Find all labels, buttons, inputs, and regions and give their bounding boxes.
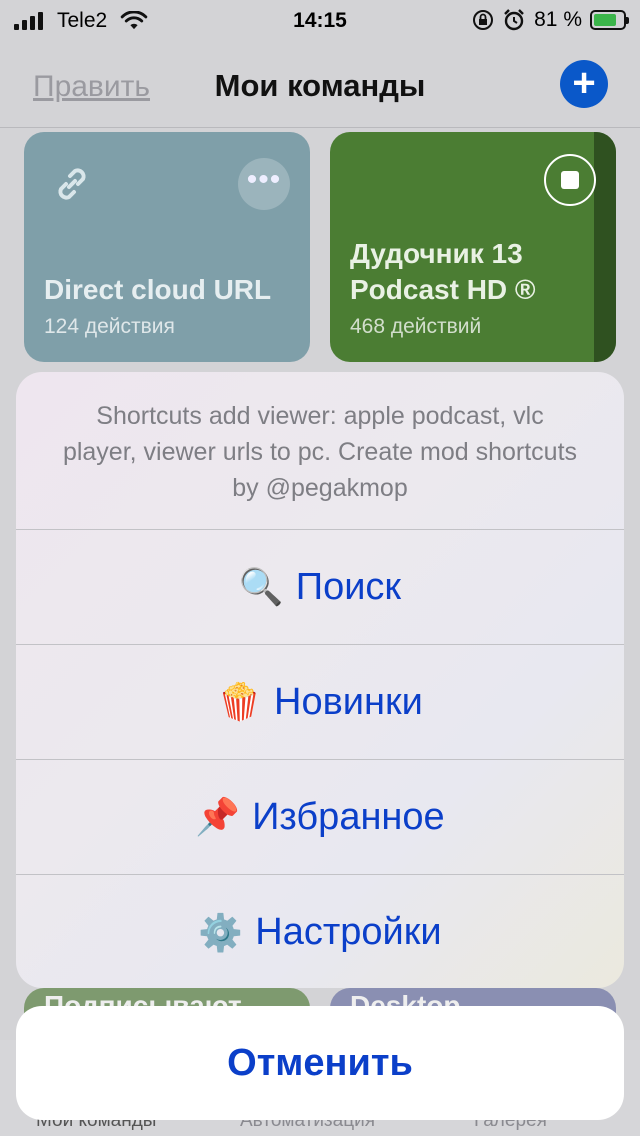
stop-icon[interactable] (544, 154, 596, 206)
battery-percent: 81 % (534, 8, 582, 31)
link-icon (58, 168, 86, 200)
gear-icon: ⚙️ (198, 912, 244, 954)
magnifier-icon: 🔍 (238, 567, 284, 608)
status-bar: Tele2 14:15 81 % (0, 0, 640, 42)
sheet-item-label: Поиск (295, 565, 402, 608)
page-title: Мои команды (214, 68, 426, 103)
add-shortcut-button[interactable]: + (560, 60, 608, 108)
action-sheet-message: Shortcuts add viewer: apple podcast, vlc… (16, 372, 624, 530)
sheet-item-search[interactable]: 🔍 Поиск (16, 530, 624, 645)
card-shade (594, 132, 616, 362)
orientation-lock-icon (473, 10, 494, 30)
sheet-item-settings[interactable]: ⚙️ Настройки (16, 875, 624, 988)
sheet-item-new[interactable]: 🍿 Новинки (16, 645, 624, 760)
sheet-item-label: Настройки (255, 911, 442, 953)
cancel-button[interactable]: Отменить (16, 1006, 624, 1120)
shortcut-card-direct-cloud-url[interactable]: ••• Direct cloud URL 124 действия (24, 132, 310, 362)
status-right: 81 % (472, 8, 629, 32)
sheet-item-label: Новинки (274, 680, 423, 723)
card-title: Direct cloud URL (44, 274, 272, 305)
sheet-item-label: Избранное (252, 795, 445, 838)
battery-icon (590, 10, 629, 30)
more-icon[interactable]: ••• (238, 158, 290, 210)
card-title: Дудочник 13 Podcast HD ® (350, 238, 536, 305)
card-action-count: 468 действий (350, 315, 482, 338)
sheet-item-favorites[interactable]: 📌 Избранное (16, 760, 624, 875)
navigation-bar: Править Мои команды + (0, 42, 640, 128)
pushpin-icon: 📌 (195, 797, 241, 838)
popcorn-icon: 🍿 (217, 682, 262, 723)
card-action-count: 124 действия (44, 315, 175, 338)
shortcut-card-dudochnik[interactable]: Дудочник 13 Podcast HD ® 468 действий (330, 132, 616, 362)
action-sheet: Shortcuts add viewer: apple podcast, vlc… (16, 372, 624, 988)
alarm-icon (504, 9, 524, 31)
